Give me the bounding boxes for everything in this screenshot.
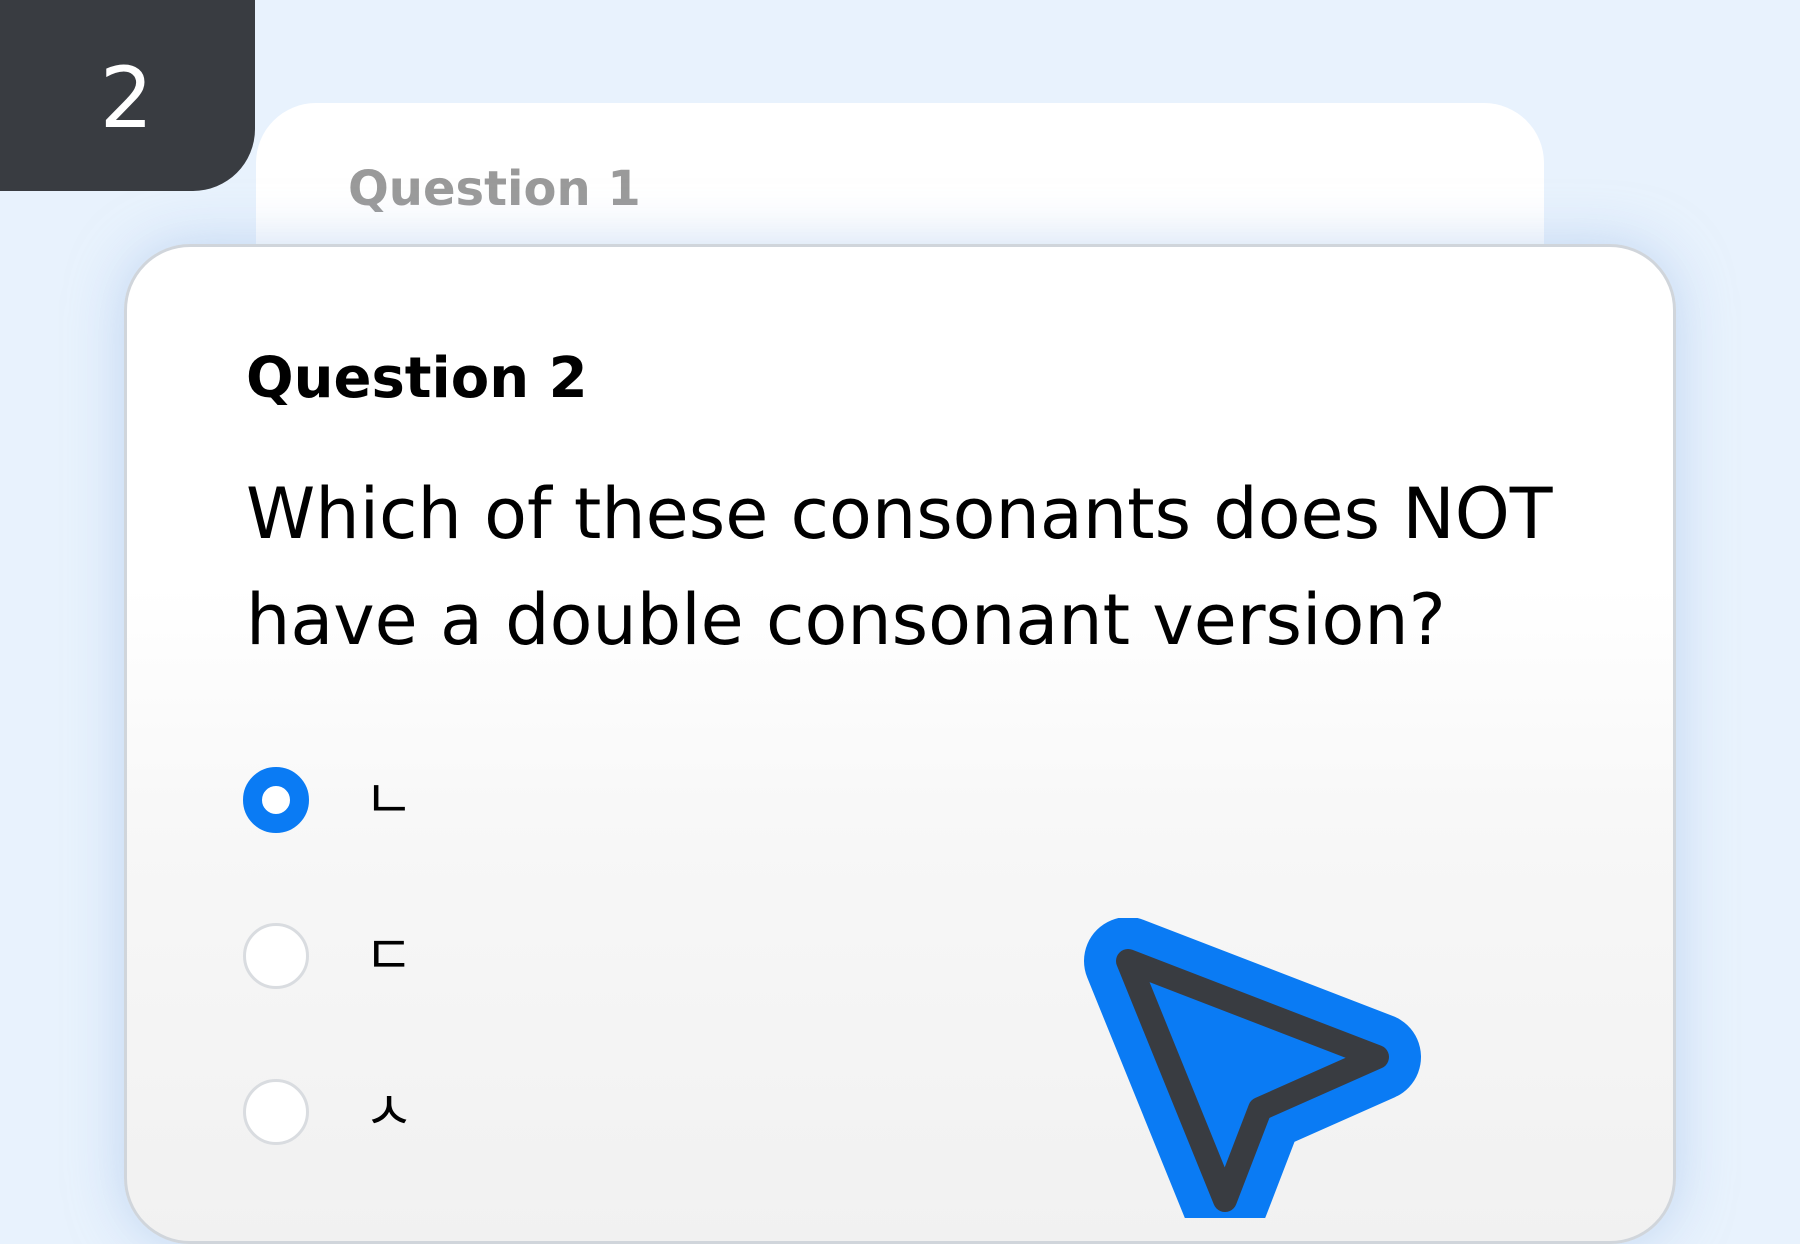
step-number: 2 — [99, 48, 154, 147]
previous-question-title: Question 1 — [348, 161, 641, 217]
question-text: Which of these consonants does NOT have … — [246, 473, 1553, 661]
radio-button[interactable] — [243, 1079, 309, 1145]
question-title: Question 2 — [246, 346, 588, 411]
current-question-card: Question 2 Which of these consonants doe… — [124, 244, 1676, 1244]
answer-option-label: ㅅ — [364, 1080, 414, 1143]
answer-option-label: ㄴ — [364, 768, 414, 831]
radio-button-selected[interactable] — [243, 767, 309, 833]
answer-options: ㄴ ㄷ ㅅ — [243, 763, 483, 1231]
answer-option-1[interactable]: ㄴ — [243, 763, 483, 837]
radio-button[interactable] — [243, 923, 309, 989]
step-number-badge: 2 — [0, 0, 255, 191]
answer-option-2[interactable]: ㄷ — [243, 919, 483, 993]
answer-option-3[interactable]: ㅅ — [243, 1075, 483, 1149]
answer-option-label: ㄷ — [364, 924, 414, 987]
